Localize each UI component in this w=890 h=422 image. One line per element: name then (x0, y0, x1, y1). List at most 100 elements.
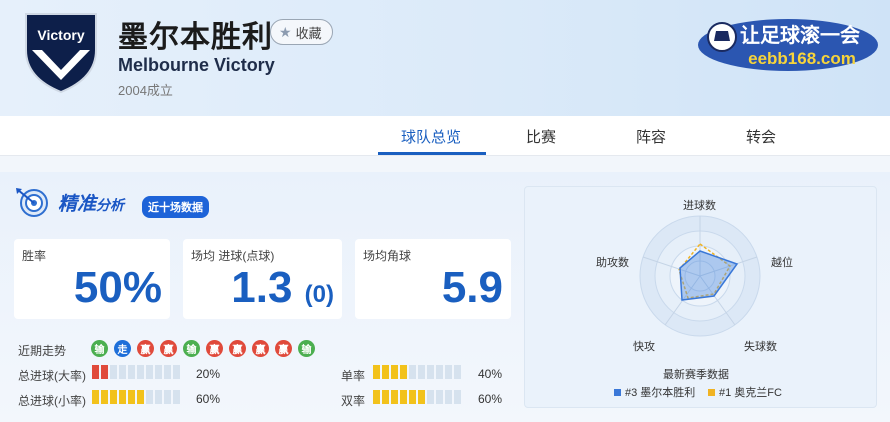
bar-segment (409, 390, 416, 404)
favorite-button[interactable]: ★ 收藏 (270, 19, 333, 45)
bar-segment (391, 390, 398, 404)
analysis-title: 精准分析 (14, 186, 124, 218)
tab-matches[interactable]: 比赛 (526, 126, 556, 147)
legend-swatch (614, 388, 621, 396)
radar-axis-label: 进球数 (683, 200, 716, 212)
recent-result-ball: 赢 (137, 340, 154, 357)
bar-segment (173, 390, 180, 404)
favorite-label: 收藏 (295, 25, 322, 41)
recent-result-ball: 赢 (206, 340, 223, 357)
bar-segment (391, 365, 398, 379)
club-logo: Victory (25, 13, 97, 94)
bar-segment (119, 390, 126, 404)
bar-segment (454, 390, 461, 404)
radar-axis-label: 失球数 (744, 341, 777, 353)
bar-segment (164, 390, 171, 404)
bar-segment (137, 365, 144, 379)
stat-value: 5.9 (441, 263, 503, 312)
radar-caption: 最新赛季数据 (663, 369, 729, 381)
bar-segment (436, 365, 443, 379)
bar-segment (400, 390, 407, 404)
bar-segment (110, 365, 117, 379)
recent-result-ball: 赢 (160, 340, 177, 357)
stat-label: 场均 进球(点球) (191, 249, 275, 263)
bar-segment (119, 365, 126, 379)
metric-bar (92, 365, 180, 379)
bar-segment (454, 365, 461, 379)
team-name-en: Melbourne Victory (118, 55, 275, 75)
bar-segment (400, 365, 407, 379)
legend-label: #3 墨尔本胜利 (625, 387, 696, 399)
stat-card-corners: 场均角球 5.9 (355, 239, 511, 319)
metric-label: 总进球(小率) (18, 394, 86, 408)
bar-segment (373, 365, 380, 379)
metric-bar (92, 390, 180, 404)
bar-segment (155, 365, 162, 379)
bar-segment (427, 390, 434, 404)
legend-item[interactable]: #3 墨尔本胜利 (614, 384, 695, 400)
metric-bar (373, 390, 461, 404)
stat-value: 50% (73, 263, 162, 312)
target-icon (16, 188, 48, 217)
bar-segment (92, 390, 99, 404)
metric-label: 双率 (341, 394, 366, 408)
metric-bar (373, 365, 461, 379)
bar-segment (436, 390, 443, 404)
analysis-heading: 精准分析 (58, 189, 124, 216)
metric-label: 单率 (341, 369, 366, 383)
stat-card-win-rate: 胜率 50% (14, 239, 170, 319)
bar-segment (92, 365, 99, 379)
recent-result-ball: 走 (114, 340, 131, 357)
metric-value: 60% (478, 392, 503, 406)
stat-value-main: 1.3 (231, 263, 293, 312)
founded-year: 2004成立 (118, 83, 173, 98)
radar-axis-label: 快攻 (633, 341, 655, 353)
bar-segment (128, 390, 135, 404)
stat-label: 场均角球 (363, 249, 412, 263)
bar-segment (382, 365, 389, 379)
radar-axis-label: 助攻数 (596, 257, 629, 269)
bar-segment (101, 365, 108, 379)
bar-segment (146, 390, 153, 404)
metric-value: 60% (196, 392, 221, 406)
stat-value-penalty: (0) (304, 281, 334, 308)
bar-segment (110, 390, 117, 404)
radar-axis-label: 越位 (771, 257, 793, 269)
team-tabs: 球队总览 比赛 阵容 转会 (0, 116, 890, 156)
tab-squad[interactable]: 阵容 (636, 126, 666, 147)
recent-result-ball: 赢 (252, 340, 269, 357)
bar-segment (382, 390, 389, 404)
bar-segment (418, 365, 425, 379)
metric-label: 总进球(大率) (18, 369, 86, 383)
bar-segment (409, 365, 416, 379)
brand-url: eebb168.com (748, 49, 856, 68)
bar-segment (164, 365, 171, 379)
bar-segment (427, 365, 434, 379)
team-name: 墨尔本胜利 (118, 21, 273, 54)
metric-value: 40% (478, 367, 503, 381)
brand-text: 让足球滚一会 (740, 23, 860, 47)
analysis-heading-main: 精准 (58, 193, 97, 215)
tab-overview[interactable]: 球队总览 (401, 126, 461, 147)
tab-transfers[interactable]: 转会 (746, 126, 776, 147)
bar-segment (101, 390, 108, 404)
legend-swatch (708, 388, 715, 396)
recent-ten-badge: 近十场数据 (142, 196, 209, 218)
bar-segment (373, 390, 380, 404)
logo-text: Victory (37, 27, 84, 43)
bar-segment (155, 390, 162, 404)
recent-result-ball: 输 (183, 340, 200, 357)
legend-item[interactable]: #1 奥克兰FC (708, 384, 782, 400)
metric-value: 20% (196, 367, 221, 381)
legend-label: #1 奥克兰FC (719, 387, 782, 399)
analysis-heading-sub: 分析 (96, 196, 125, 213)
stat-value: 1.3 (0) (231, 263, 334, 313)
recent-form-label: 近期走势 (18, 344, 67, 358)
bar-segment (173, 365, 180, 379)
brand-logo[interactable]: 让足球滚一会 eebb168.com (692, 15, 880, 75)
bar-segment (445, 365, 452, 379)
bar-segment (445, 390, 452, 404)
recent-result-ball: 赢 (229, 340, 246, 357)
recent-result-ball: 输 (298, 340, 315, 357)
stat-label: 胜率 (22, 249, 47, 263)
